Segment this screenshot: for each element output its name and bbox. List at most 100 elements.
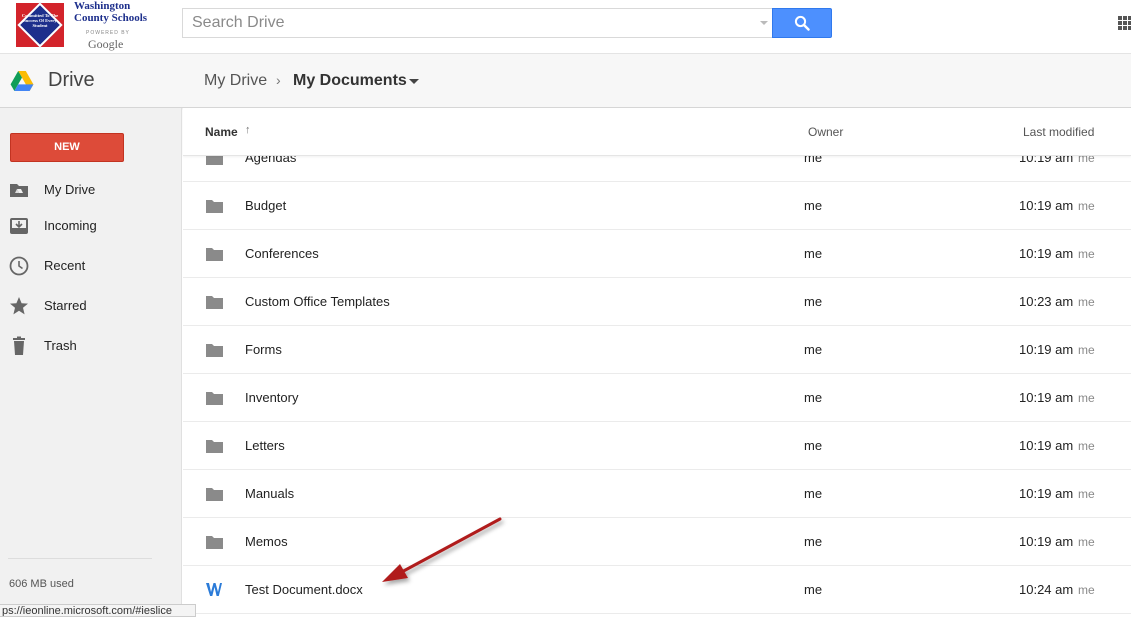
new-button[interactable]: NEW — [10, 133, 124, 162]
powered-by-text: POWERED BY — [86, 30, 130, 36]
column-header-name[interactable]: Name — [205, 125, 238, 139]
file-owner: me — [804, 246, 823, 261]
table-row[interactable]: Manuals me 10:19 am me — [183, 470, 1131, 518]
file-name: Budget — [245, 198, 287, 213]
file-name: Conferences — [245, 246, 319, 261]
table-row[interactable]: Test Document.docx me 10:24 am me — [183, 566, 1131, 614]
sidebar: NEW My Drive Incoming Recent Starred Tra… — [0, 108, 182, 617]
sidebar-item-recent[interactable]: Recent — [0, 251, 182, 281]
file-modified-time: 10:23 am — [1019, 294, 1074, 309]
file-modified-time: 10:19 am — [1019, 390, 1074, 405]
sidebar-item-label: Recent — [44, 258, 86, 273]
table-row[interactable]: Letters me 10:19 am me — [183, 422, 1131, 470]
incoming-tray-icon — [10, 218, 28, 234]
logo-motto: Committed To The Success Of Every Studen… — [21, 13, 59, 28]
file-modified-time: 10:19 am — [1019, 486, 1074, 501]
file-modified-time: 10:19 am — [1019, 198, 1074, 213]
file-owner: me — [804, 294, 823, 309]
clock-icon — [9, 256, 29, 276]
sidebar-item-label: Trash — [44, 338, 77, 353]
file-modified-by: me — [1078, 439, 1095, 453]
annotation-arrow-icon — [382, 517, 502, 582]
file-name: Test Document.docx — [245, 582, 363, 597]
folder-icon — [206, 392, 223, 405]
file-name: Inventory — [245, 390, 299, 405]
folder-icon — [206, 440, 223, 453]
table-row[interactable]: Conferences me 10:19 am me — [183, 230, 1131, 278]
file-modified-by: me — [1078, 343, 1095, 357]
file-owner: me — [804, 486, 823, 501]
storage-used-text[interactable]: 606 MB used — [9, 578, 74, 590]
sidebar-item-starred[interactable]: Starred — [0, 291, 182, 321]
file-list: Agendas me 10:19 am me Budget me 10:19 a… — [183, 134, 1131, 617]
star-icon — [10, 297, 28, 315]
table-row[interactable]: Budget me 10:19 am me — [183, 182, 1131, 230]
file-name: Letters — [245, 438, 285, 453]
sidebar-item-label: Starred — [44, 298, 87, 313]
school-name: Washington County Schools — [74, 0, 147, 24]
sidebar-item-label: My Drive — [44, 182, 96, 197]
file-modified-time: 10:24 am — [1019, 582, 1074, 597]
file-modified-by: me — [1078, 247, 1095, 261]
search-input[interactable] — [183, 9, 743, 37]
trash-icon — [13, 336, 25, 355]
sidebar-item-incoming[interactable]: Incoming — [0, 211, 182, 241]
folder-icon — [206, 200, 223, 213]
apps-grid-icon[interactable] — [1118, 16, 1131, 30]
file-owner: me — [804, 438, 823, 453]
google-wordmark: Google — [88, 37, 124, 51]
school-name-line2: County Schools — [74, 12, 148, 24]
folder-icon — [206, 488, 223, 501]
file-modified-time: 10:19 am — [1019, 438, 1074, 453]
table-row[interactable]: Memos me 10:19 am me — [183, 518, 1131, 566]
folder-icon — [206, 248, 223, 261]
column-header-owner[interactable]: Owner — [808, 125, 843, 139]
sort-ascending-icon[interactable]: ↑ — [245, 124, 251, 136]
word-document-icon — [206, 583, 222, 596]
file-modified-by: me — [1078, 391, 1095, 405]
column-header-last-modified[interactable]: Last modified — [1023, 125, 1094, 139]
breadcrumb-my-drive[interactable]: My Drive — [204, 72, 267, 90]
school-logo[interactable]: Committed To The Success Of Every Studen… — [16, 2, 64, 48]
file-modified-by: me — [1078, 487, 1095, 501]
file-modified-time: 10:19 am — [1019, 342, 1074, 357]
drive-toolbar: Drive My Drive › My Documents — [0, 54, 1131, 108]
breadcrumb-separator-icon: › — [276, 72, 281, 88]
file-modified-by: me — [1078, 199, 1095, 213]
folder-icon — [206, 344, 223, 357]
file-modified-time: 10:19 am — [1019, 534, 1074, 549]
folder-icon — [206, 536, 223, 549]
file-modified-by: me — [1078, 295, 1095, 309]
file-owner: me — [804, 390, 823, 405]
search-box[interactable] — [182, 8, 772, 38]
file-modified-by: me — [1078, 583, 1095, 597]
file-list-header: Name ↑ Owner Last modified — [183, 108, 1131, 156]
file-name: Manuals — [245, 486, 295, 501]
app-title[interactable]: Drive — [48, 69, 95, 92]
school-name-line1: Washington — [74, 0, 131, 12]
storage-divider — [8, 558, 152, 559]
google-drive-logo-icon[interactable] — [10, 71, 34, 91]
file-owner: me — [804, 582, 823, 597]
file-owner: me — [804, 198, 823, 213]
file-modified-time: 10:19 am — [1019, 246, 1074, 261]
drive-folder-icon — [10, 184, 28, 197]
browser-status-url: ps://ieonline.microsoft.com/#ieslice — [0, 604, 196, 617]
search-options-dropdown-icon[interactable] — [760, 21, 768, 25]
file-owner: me — [804, 342, 823, 357]
search-button[interactable] — [772, 8, 832, 38]
table-row[interactable]: Custom Office Templates me 10:23 am me — [183, 278, 1131, 326]
file-name: Memos — [245, 534, 288, 549]
breadcrumb-current-folder[interactable]: My Documents — [293, 72, 407, 90]
file-name: Custom Office Templates — [245, 294, 390, 309]
top-header: Committed To The Success Of Every Studen… — [0, 0, 1131, 54]
search-icon — [794, 15, 810, 31]
sidebar-item-my-drive[interactable]: My Drive — [0, 175, 182, 205]
file-name: Forms — [245, 342, 282, 357]
table-row[interactable]: Inventory me 10:19 am me — [183, 374, 1131, 422]
sidebar-item-trash[interactable]: Trash — [0, 331, 182, 361]
table-row[interactable]: Forms me 10:19 am me — [183, 326, 1131, 374]
folder-menu-chevron-down-icon[interactable] — [409, 79, 419, 84]
file-modified-by: me — [1078, 535, 1095, 549]
sidebar-item-label: Incoming — [44, 218, 97, 233]
